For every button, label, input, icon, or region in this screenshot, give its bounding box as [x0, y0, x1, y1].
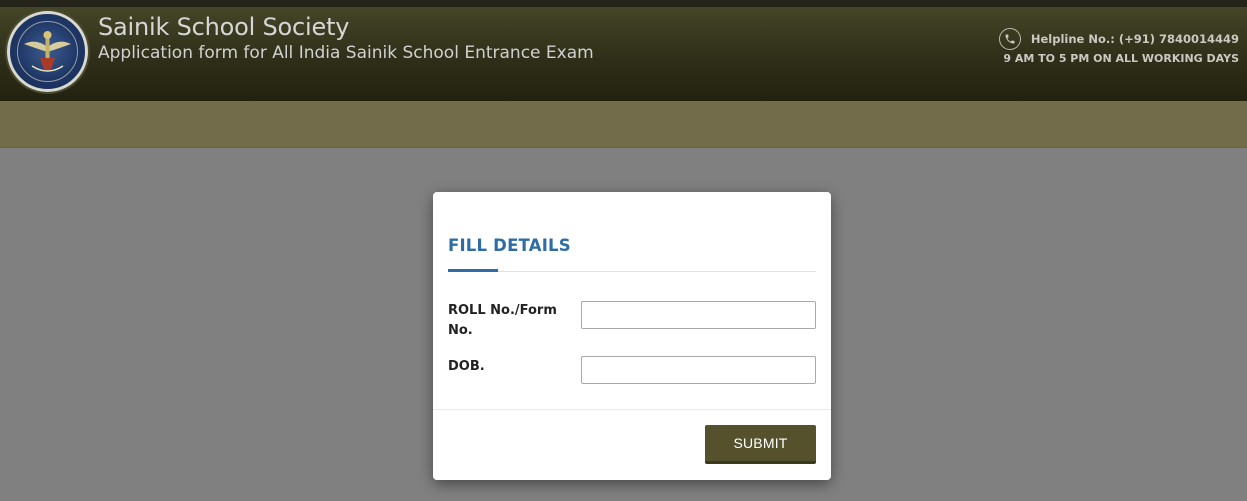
- phone-icon: [998, 28, 1021, 50]
- submit-button[interactable]: SUBMIT: [705, 425, 816, 464]
- roll-number-label: ROLL No./Form No.: [448, 303, 557, 338]
- site-header: Sainik School Society Application form f…: [0, 7, 1247, 101]
- dob-label: DOB.: [448, 359, 485, 374]
- fill-details-modal: FILL DETAILS ROLL No./Form No. DOB. SUBM…: [433, 192, 831, 480]
- top-strip: [0, 0, 1247, 7]
- helpline-number: Helpline No.: (+91) 7840014449: [1030, 32, 1239, 46]
- dob-input[interactable]: [581, 356, 816, 384]
- footer-divider: [433, 409, 831, 410]
- site-subtitle: Application form for All India Sainik Sc…: [98, 43, 594, 63]
- roll-number-input[interactable]: [581, 301, 816, 329]
- modal-title: FILL DETAILS: [448, 236, 571, 255]
- title-divider: [448, 271, 816, 272]
- navigation-bar: [0, 101, 1247, 148]
- site-title: Sainik School Society: [98, 13, 350, 41]
- helpline-block: Helpline No.: (+91) 7840014449 9 AM TO 5…: [839, 28, 1239, 65]
- helpline-hours: 9 AM TO 5 PM ON ALL WORKING DAYS: [1003, 52, 1239, 65]
- title-accent-bar: [448, 269, 498, 272]
- school-emblem-icon: [7, 11, 88, 92]
